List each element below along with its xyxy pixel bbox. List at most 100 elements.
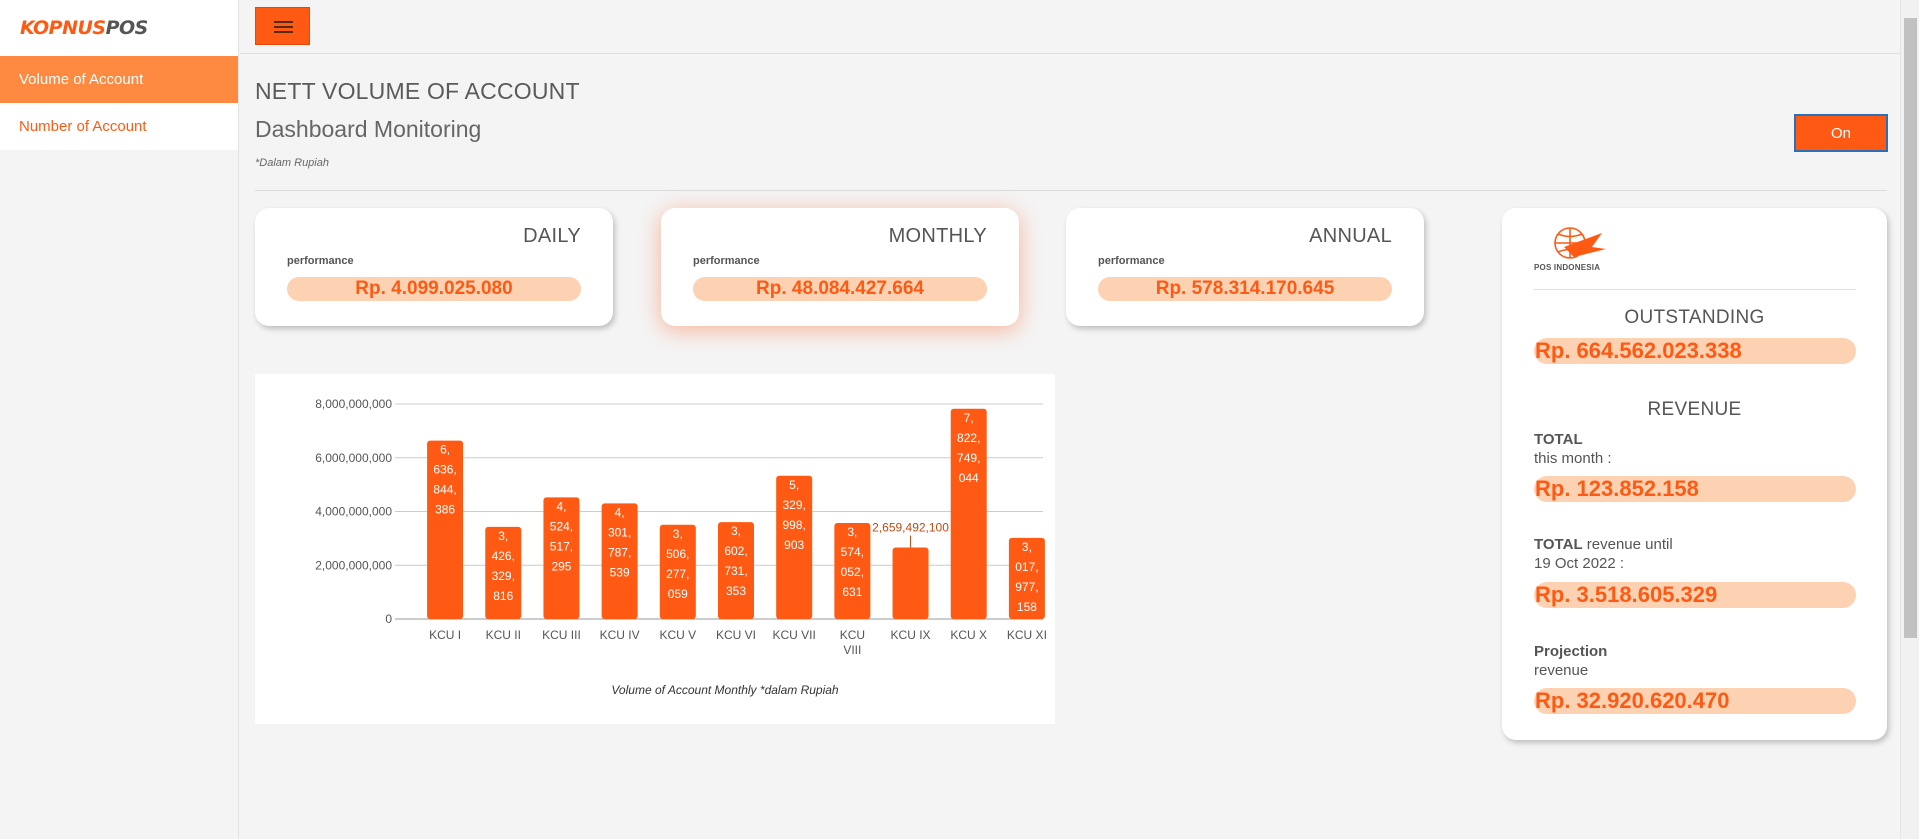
data-label: 3,: [1022, 540, 1032, 554]
card-label: performance: [693, 255, 760, 267]
card-title: DAILY: [523, 225, 581, 247]
data-label: 5,: [789, 478, 799, 492]
data-label: 636,: [433, 463, 456, 477]
data-label: 787,: [608, 545, 631, 559]
x-tick-label: KCU III: [542, 628, 581, 642]
x-tick-label: KCU I: [429, 628, 461, 642]
panel-divider: [1534, 289, 1856, 290]
total-month-label: TOTAL this month :: [1534, 430, 1612, 468]
y-tick-label: 8,000,000,000: [315, 397, 392, 411]
data-label: 3,: [498, 529, 508, 543]
data-label: 977,: [1015, 580, 1038, 594]
data-label: 301,: [608, 525, 631, 539]
data-label: 158: [1017, 600, 1037, 614]
header-divider: [255, 190, 1887, 191]
y-tick-label: 2,000,000,000: [315, 558, 392, 572]
bar: [601, 503, 638, 619]
monthly-card: MONTHLY performance Rp. 48.084.427.664: [661, 208, 1019, 326]
menu-toggle-button[interactable]: [255, 7, 310, 45]
outstanding-value: Rp. 664.562.023.338: [1534, 338, 1856, 364]
total-until-label-bold: TOTAL: [1534, 536, 1583, 553]
y-tick-label: 0: [385, 612, 392, 626]
card-label: performance: [287, 255, 354, 267]
data-label: 3,: [731, 524, 741, 538]
y-tick-label: 4,000,000,000: [315, 505, 392, 519]
total-until-value: Rp. 3.518.605.329: [1534, 582, 1856, 608]
data-label: 749,: [957, 451, 980, 465]
data-label: 506,: [666, 547, 689, 561]
x-tick-label: KCU X: [950, 628, 987, 642]
card-title: MONTHLY: [888, 225, 987, 247]
sidebar-item-volume-of-account[interactable]: Volume of Account: [0, 56, 238, 103]
data-label: 7,: [964, 411, 974, 425]
data-label: 524,: [550, 519, 573, 533]
data-label: 277,: [666, 567, 689, 581]
x-tick-label: KCU XI: [1007, 628, 1047, 642]
data-label: 539: [610, 565, 630, 579]
data-label: 329,: [783, 498, 806, 512]
currency-note: *Dalam Rupiah: [255, 157, 329, 169]
data-label: 044: [959, 471, 979, 485]
data-label: 017,: [1015, 560, 1038, 574]
data-label: 329,: [492, 569, 515, 583]
data-label: 2,659,492,100: [872, 521, 949, 535]
data-label: 426,: [492, 549, 515, 563]
total-month-label-bold: TOTAL: [1534, 431, 1583, 448]
x-tick-label: KCU V: [659, 628, 696, 642]
hamburger-icon: [274, 21, 293, 23]
bar: [543, 497, 580, 619]
annual-card: ANNUAL performance Rp. 578.314.170.645: [1066, 208, 1424, 326]
data-label: 295: [551, 559, 571, 573]
data-label: 386: [435, 503, 455, 517]
data-label: 3,: [673, 527, 683, 541]
hamburger-icon: [274, 26, 293, 28]
data-label: 4,: [556, 499, 566, 513]
data-label: 998,: [783, 518, 806, 532]
card-value: Rp. 48.084.427.664: [693, 277, 987, 301]
data-label: 631: [842, 585, 862, 599]
card-title: ANNUAL: [1309, 225, 1392, 247]
card-label: performance: [1098, 255, 1165, 267]
data-label: 6,: [440, 443, 450, 457]
brand-logo[interactable]: KOPNUS POS: [0, 0, 238, 56]
outstanding-title: OUTSTANDING: [1624, 307, 1765, 328]
sidebar-item-number-of-account[interactable]: Number of Account: [0, 103, 238, 150]
brand-part-2: POS: [105, 17, 149, 39]
projection-label-rest: revenue: [1534, 662, 1589, 679]
data-label: 353: [726, 584, 746, 598]
logo-text: POS INDONESIA: [1534, 263, 1601, 272]
summary-panel: POS INDONESIA OUTSTANDING Rp. 664.562.02…: [1502, 208, 1887, 740]
x-tick-label: KCU VI: [716, 628, 756, 642]
data-label: 903: [784, 538, 804, 552]
data-label: 052,: [841, 565, 864, 579]
top-bar: [240, 0, 1900, 54]
brand-part-1: KOPNUS: [20, 17, 106, 39]
total-month-value: Rp. 123.852.158: [1534, 476, 1856, 502]
page-title: NETT VOLUME OF ACCOUNT: [255, 78, 580, 104]
x-tick-label: KCU VII: [773, 628, 816, 642]
x-tick-label: KCU IX: [891, 628, 931, 642]
on-toggle-button[interactable]: On: [1794, 114, 1888, 152]
daily-card: DAILY performance Rp. 4.099.025.080: [255, 208, 613, 326]
data-label: 602,: [724, 544, 747, 558]
y-tick-label: 6,000,000,000: [315, 451, 392, 465]
app-root: KOPNUS POS Volume of Account Number of Ac…: [0, 0, 1919, 839]
page-scrollbar[interactable]: [1900, 0, 1919, 839]
x-tick-label: KCU: [840, 628, 865, 642]
total-until-label-rest: revenue until: [1586, 536, 1673, 553]
data-label: 3,: [847, 525, 857, 539]
data-label: 844,: [433, 483, 456, 497]
sidebar-item-label: Volume of Account: [19, 71, 144, 88]
total-until-label: TOTAL revenue until 19 Oct 2022 :: [1534, 535, 1673, 573]
projection-value: Rp. 32.920.620.470: [1534, 688, 1856, 714]
x-tick-label: KCU IV: [600, 628, 640, 642]
data-label: 517,: [550, 539, 573, 553]
bar: [892, 547, 929, 619]
card-value: Rp. 4.099.025.080: [287, 277, 581, 301]
total-month-label-rest: this month :: [1534, 450, 1612, 467]
total-until-date: 19 Oct 2022 :: [1534, 555, 1625, 572]
card-value: Rp. 578.314.170.645: [1098, 277, 1392, 301]
page-subtitle: Dashboard Monitoring: [255, 116, 482, 142]
bar-chart: 0 2,000,000,000 4,000,000,000 6,000,000,000…: [315, 397, 1047, 697]
scrollbar-thumb[interactable]: [1904, 18, 1917, 638]
